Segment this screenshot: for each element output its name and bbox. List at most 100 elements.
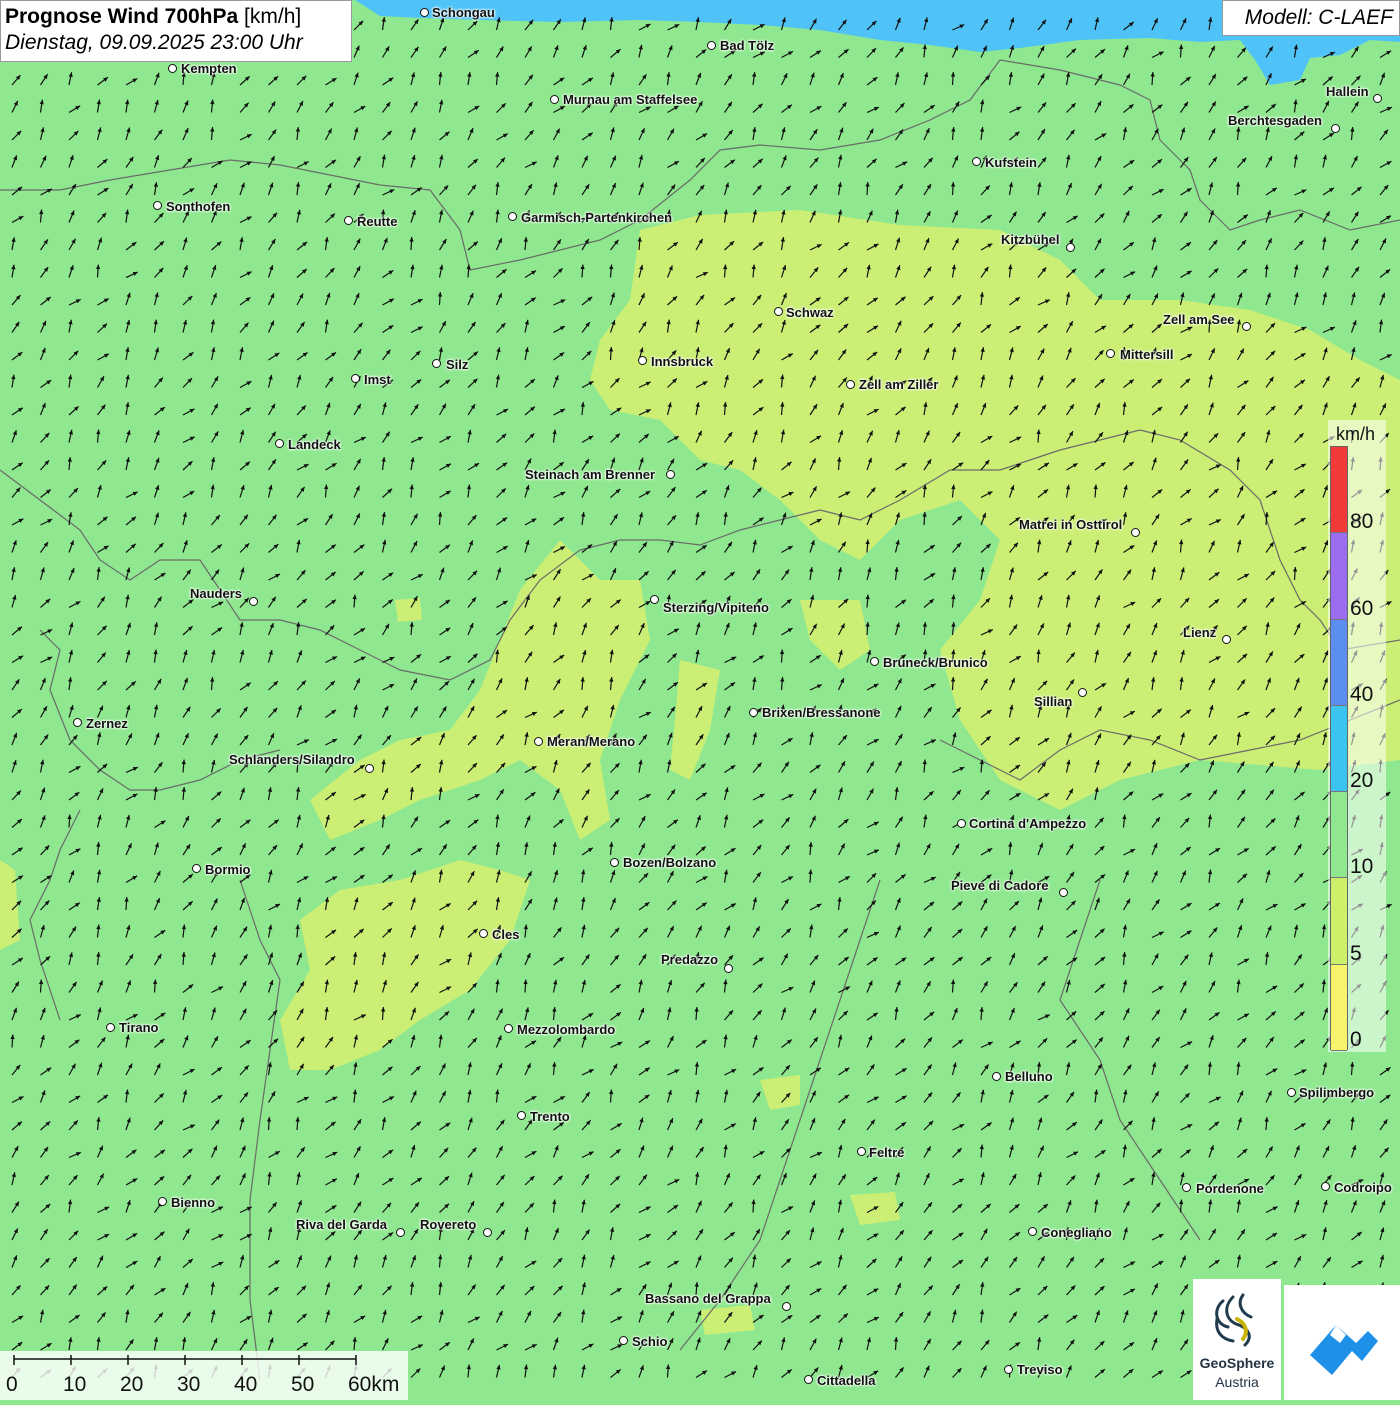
city-label: Cittadella bbox=[817, 1373, 876, 1388]
city-marker[interactable] bbox=[804, 1375, 813, 1384]
city-marker[interactable] bbox=[957, 819, 966, 828]
legend-label: 80 bbox=[1350, 510, 1373, 534]
city-marker[interactable] bbox=[365, 764, 374, 773]
city-marker[interactable] bbox=[249, 597, 258, 606]
city-marker[interactable] bbox=[992, 1072, 1001, 1081]
city-marker[interactable] bbox=[517, 1111, 526, 1120]
city-marker[interactable] bbox=[432, 359, 441, 368]
city-marker[interactable] bbox=[1004, 1365, 1013, 1374]
city-label: Zell am See bbox=[1163, 312, 1235, 327]
city-marker[interactable] bbox=[638, 356, 647, 365]
city-marker[interactable] bbox=[1287, 1088, 1296, 1097]
legend-swatch bbox=[1331, 533, 1347, 619]
city-marker[interactable] bbox=[1331, 124, 1340, 133]
scale-label: 30 bbox=[177, 1373, 200, 1397]
city-marker[interactable] bbox=[1321, 1182, 1330, 1191]
city-marker[interactable] bbox=[610, 858, 619, 867]
city-marker[interactable] bbox=[106, 1023, 115, 1032]
city-marker[interactable] bbox=[1242, 322, 1251, 331]
city-marker[interactable] bbox=[275, 439, 284, 448]
legend-swatch bbox=[1331, 706, 1347, 792]
city-marker[interactable] bbox=[1028, 1227, 1037, 1236]
city-label: Pieve di Cadore bbox=[951, 878, 1049, 893]
city-label: Mezzolombardo bbox=[517, 1022, 615, 1037]
city-label: Matrei in Osttirol bbox=[1019, 517, 1122, 532]
city-marker[interactable] bbox=[153, 201, 162, 210]
city-label: Bozen/Bolzano bbox=[623, 855, 716, 870]
city-marker[interactable] bbox=[396, 1228, 405, 1237]
city-label: Garmisch-Partenkirchen bbox=[521, 210, 672, 225]
scale-label: 10 bbox=[63, 1373, 86, 1397]
city-marker[interactable] bbox=[344, 216, 353, 225]
city-marker[interactable] bbox=[479, 929, 488, 938]
city-label: Rovereto bbox=[420, 1217, 476, 1232]
city-marker[interactable] bbox=[73, 718, 82, 727]
city-label: Spilimbergo bbox=[1299, 1085, 1374, 1100]
city-label: Steinach am Brenner bbox=[525, 467, 655, 482]
city-label: Bruneck/Brunico bbox=[883, 655, 988, 670]
city-marker[interactable] bbox=[550, 95, 559, 104]
city-label: Zernez bbox=[86, 716, 128, 731]
city-label: Schio bbox=[632, 1334, 667, 1349]
city-marker[interactable] bbox=[782, 1302, 791, 1311]
city-label: Landeck bbox=[288, 437, 341, 452]
scale-label: 40 bbox=[234, 1373, 257, 1397]
city-label: Bienno bbox=[171, 1195, 215, 1210]
city-label: Codroipo bbox=[1334, 1180, 1392, 1195]
city-label: Hallein bbox=[1326, 84, 1369, 99]
legend-swatch bbox=[1331, 878, 1347, 964]
blue-mountain-logo-icon bbox=[1284, 1285, 1400, 1400]
city-marker[interactable] bbox=[168, 64, 177, 73]
city-label: Pordenone bbox=[1196, 1181, 1264, 1196]
city-marker[interactable] bbox=[619, 1336, 628, 1345]
city-marker[interactable] bbox=[1373, 94, 1382, 103]
geosphere-logo[interactable]: GeoSphere Austria bbox=[1193, 1279, 1281, 1400]
map-title-unit: [km/h] bbox=[238, 5, 301, 28]
city-label: Silz bbox=[446, 357, 468, 372]
city-label: Cortina d'Ampezzo bbox=[969, 816, 1086, 831]
city-marker[interactable] bbox=[724, 964, 733, 973]
city-marker[interactable] bbox=[870, 657, 879, 666]
city-label: Schlanders/Silandro bbox=[229, 752, 355, 767]
city-marker[interactable] bbox=[1066, 243, 1075, 252]
city-marker[interactable] bbox=[749, 708, 758, 717]
city-marker[interactable] bbox=[351, 374, 360, 383]
city-marker[interactable] bbox=[158, 1197, 167, 1206]
city-label: Zell am Ziller bbox=[859, 377, 938, 392]
scale-label: 50 bbox=[291, 1373, 314, 1397]
city-marker[interactable] bbox=[1131, 528, 1140, 537]
city-marker[interactable] bbox=[857, 1147, 866, 1156]
city-marker[interactable] bbox=[774, 307, 783, 316]
scale-label: 60km bbox=[348, 1373, 399, 1397]
city-label: Schongau bbox=[432, 5, 495, 20]
city-marker[interactable] bbox=[508, 212, 517, 221]
forecast-datetime: Dienstag, 09.09.2025 23:00 Uhr bbox=[5, 31, 347, 55]
city-marker[interactable] bbox=[420, 8, 429, 17]
city-label: Belluno bbox=[1005, 1069, 1053, 1084]
legend-color-bar bbox=[1330, 446, 1348, 1050]
city-marker[interactable] bbox=[1059, 888, 1068, 897]
city-marker[interactable] bbox=[972, 157, 981, 166]
legend-label: 10 bbox=[1350, 855, 1373, 879]
city-marker[interactable] bbox=[504, 1024, 513, 1033]
city-marker[interactable] bbox=[483, 1228, 492, 1237]
legend-label: 20 bbox=[1350, 769, 1373, 793]
city-label: Kempten bbox=[181, 61, 237, 76]
city-label: Berchtesgaden bbox=[1228, 113, 1322, 128]
city-marker[interactable] bbox=[1078, 688, 1087, 697]
legend-swatch bbox=[1331, 447, 1347, 533]
partner-logo[interactable] bbox=[1284, 1285, 1400, 1400]
city-marker[interactable] bbox=[1182, 1183, 1191, 1192]
city-marker[interactable] bbox=[707, 41, 716, 50]
city-marker[interactable] bbox=[846, 380, 855, 389]
legend-swatch bbox=[1331, 965, 1347, 1051]
scale-label: 20 bbox=[120, 1373, 143, 1397]
city-marker[interactable] bbox=[650, 595, 659, 604]
city-marker[interactable] bbox=[534, 737, 543, 746]
city-marker[interactable] bbox=[1222, 635, 1231, 644]
city-marker[interactable] bbox=[1106, 349, 1115, 358]
city-marker[interactable] bbox=[192, 864, 201, 873]
city-label: Lienz bbox=[1183, 625, 1216, 640]
logo-sub: Austria bbox=[1193, 1374, 1281, 1390]
city-marker[interactable] bbox=[666, 470, 675, 479]
